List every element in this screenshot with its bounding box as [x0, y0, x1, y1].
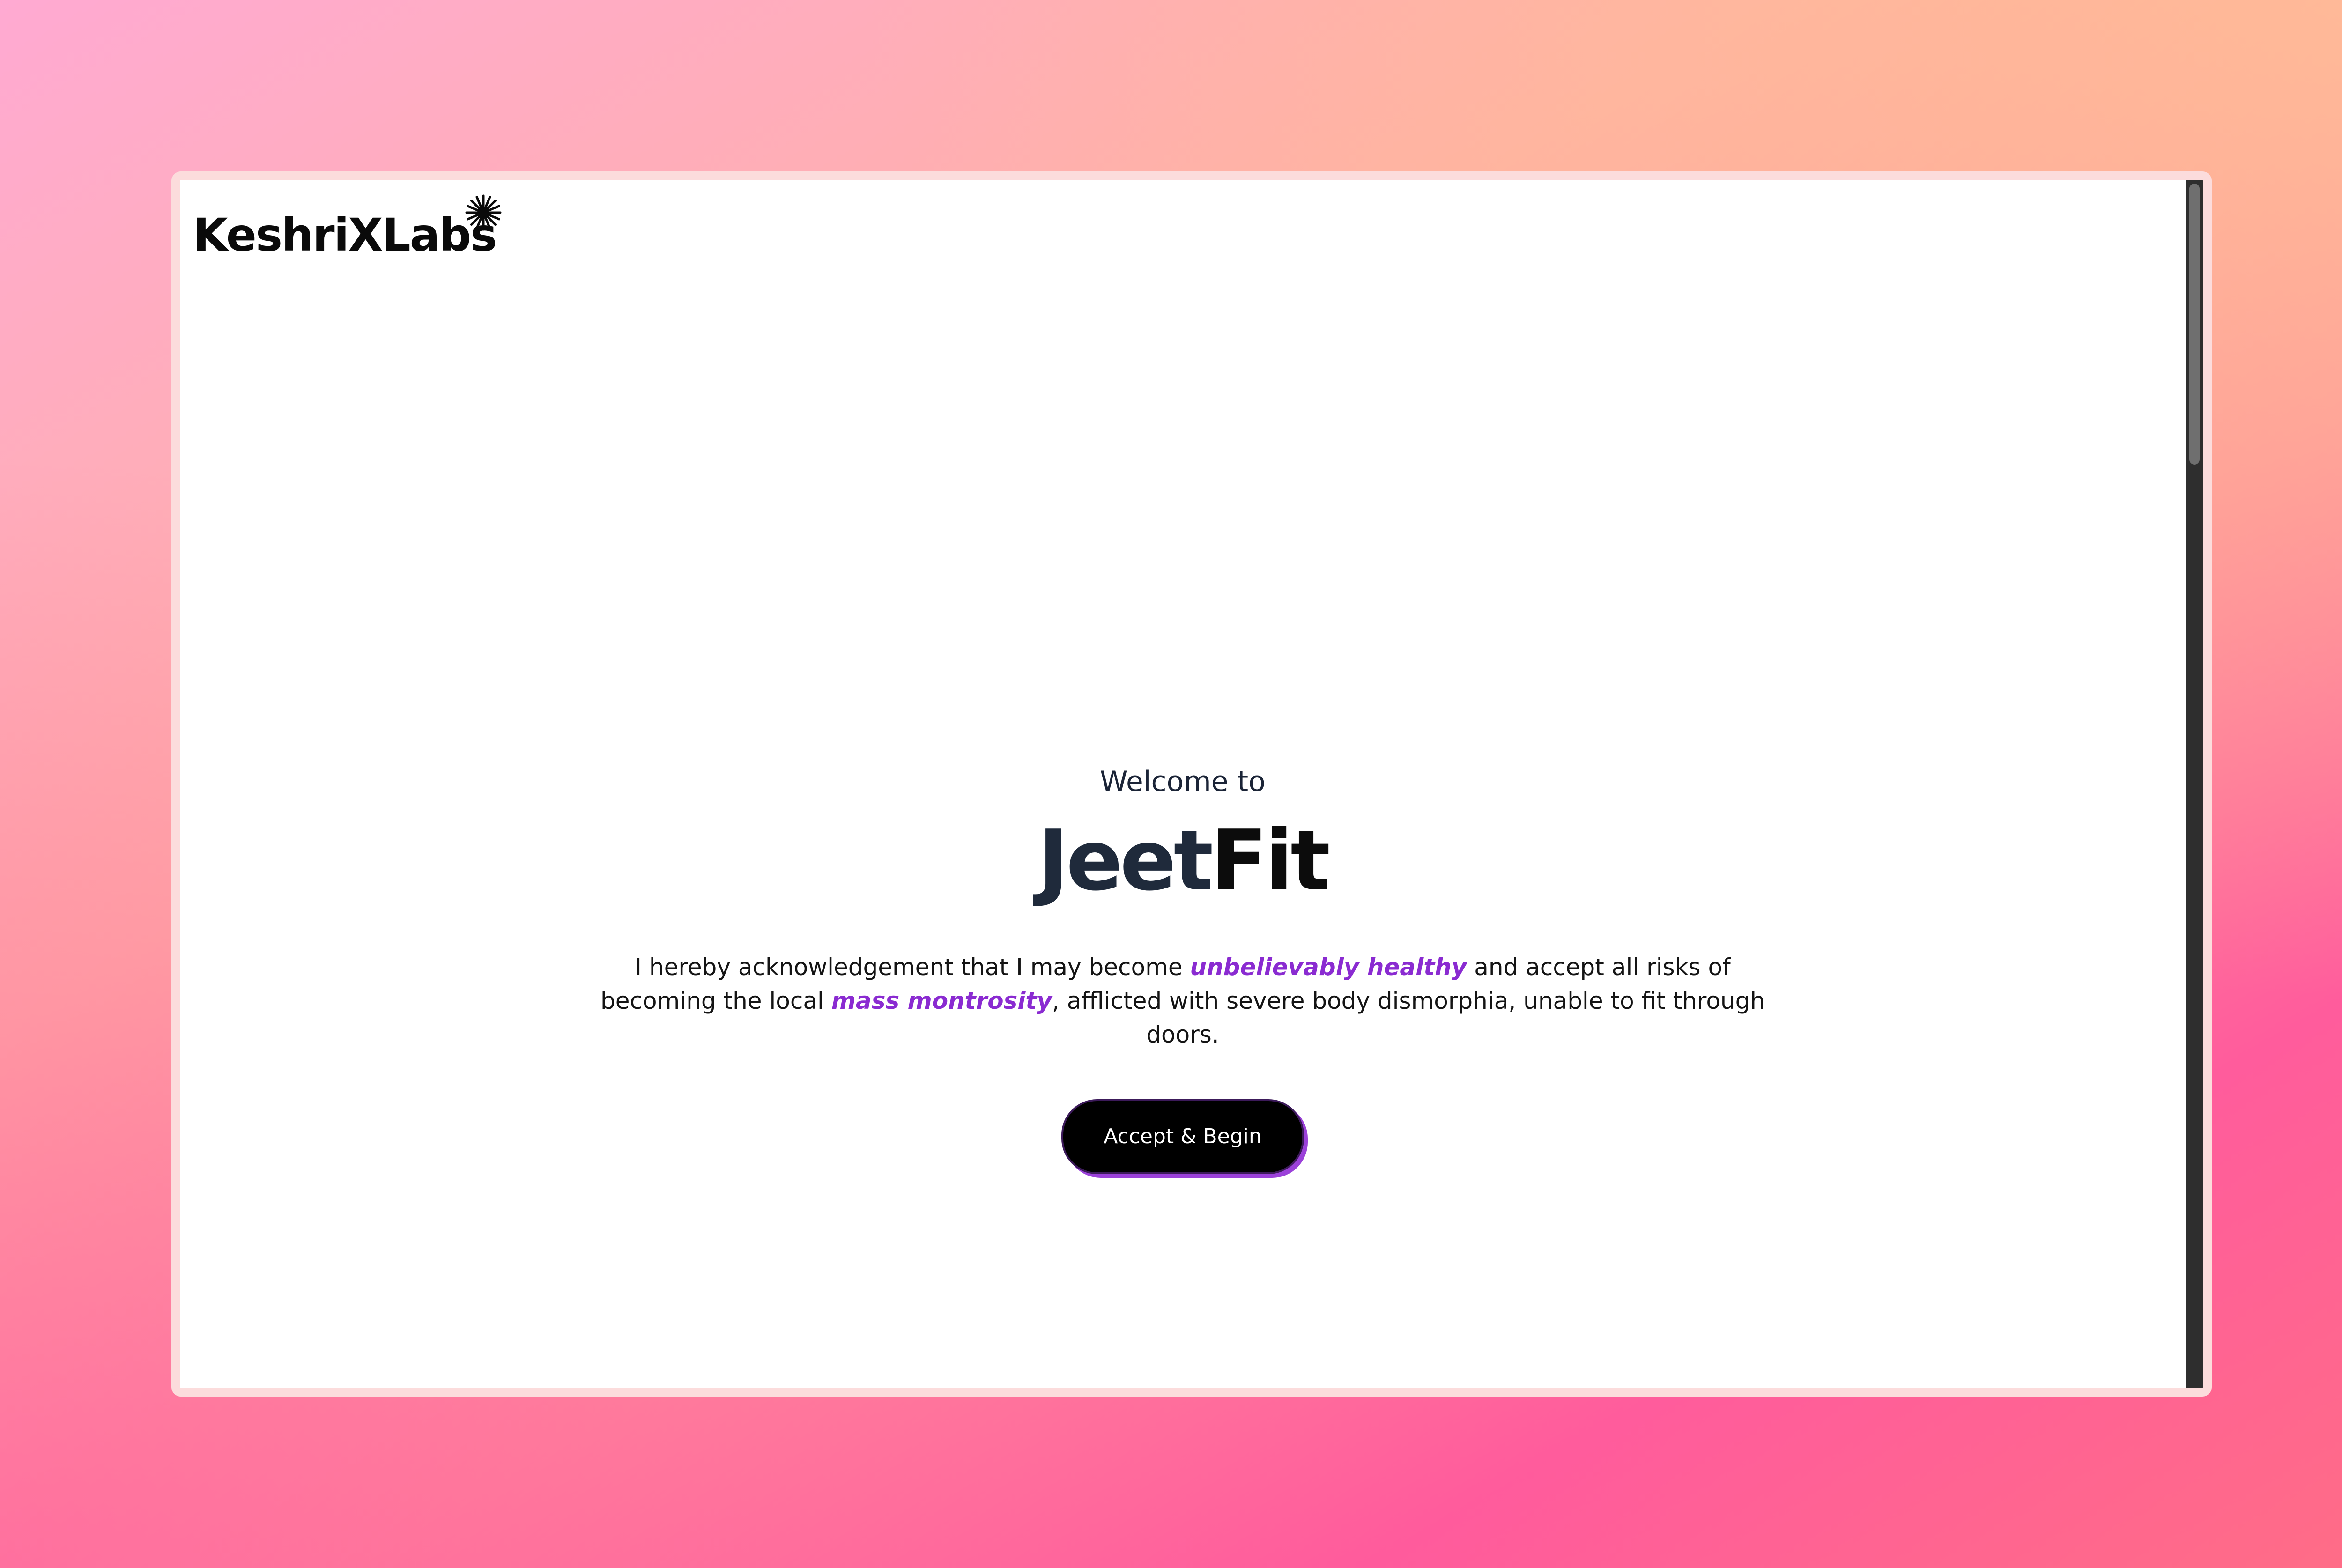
highlight-mass-montrosity: mass montrosity	[831, 987, 1052, 1014]
brand-title-part-a: Jeet	[1038, 812, 1214, 909]
hero-section: Welcome to JeetFit I hereby acknowledgem…	[180, 768, 2186, 1174]
brand-title-part-b: Fit	[1210, 812, 1331, 909]
page-viewport: KeshriXLabs Welcome to JeetFit I hereby …	[180, 180, 2186, 1388]
scrollbar[interactable]	[2186, 180, 2203, 1388]
browser-window: KeshriXLabs Welcome to JeetFit I hereby …	[171, 171, 2212, 1397]
highlight-unbelievably-healthy: unbelievably healthy	[1190, 954, 1467, 981]
scrollbar-thumb[interactable]	[2189, 184, 2200, 465]
starburst-icon	[465, 194, 502, 231]
disclaimer-part-1: I hereby acknowledgement that I may beco…	[635, 954, 1190, 981]
brand-title: JeetFit	[180, 819, 2186, 902]
disclaimer-part-3: , afflicted with severe body dismorphia,…	[1052, 987, 1765, 1048]
accept-begin-button[interactable]: Accept & Begin	[1061, 1099, 1304, 1174]
disclaimer-text: I hereby acknowledgement that I may beco…	[574, 950, 1792, 1051]
logo[interactable]: KeshriXLabs	[193, 194, 521, 274]
welcome-text: Welcome to	[1100, 765, 1266, 798]
logo-text: KeshriXLabs	[193, 209, 497, 261]
